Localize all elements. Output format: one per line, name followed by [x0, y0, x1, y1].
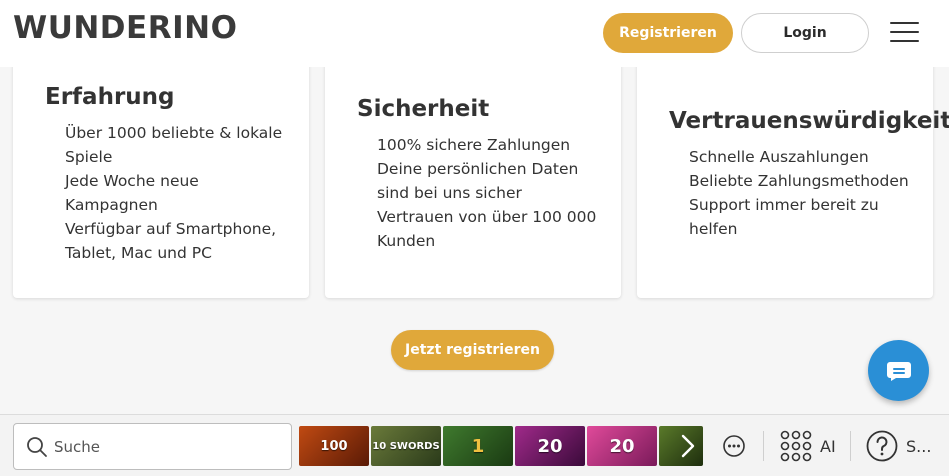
toolbar-divider	[850, 431, 851, 461]
card-list: Schnelle Auszahlungen Beliebte Zahlungsm…	[689, 145, 909, 241]
register-button[interactable]: Registrieren	[603, 13, 733, 53]
game-thumbnail-label: 20	[537, 435, 563, 457]
card-line: 100% sichere Zahlungen	[377, 136, 571, 154]
site-header: WUNDERINO Registrieren Login	[0, 0, 949, 67]
card-line: Jede Woche neue	[65, 172, 199, 190]
bottom-toolbar: 100 10 SWORDS 1 20 20 AI	[0, 414, 949, 476]
card-line: Kampagnen	[65, 196, 158, 214]
game-thumbnail-label: 1	[471, 435, 485, 457]
apps-grid-icon	[780, 430, 812, 462]
feature-card-erfahrung: Erfahrung Über 1000 beliebte & lokale Sp…	[13, 55, 309, 298]
card-line: helfen	[689, 220, 738, 238]
card-line: Kunden	[377, 232, 436, 250]
game-thumbnail[interactable]: 10 SWORDS	[371, 426, 441, 466]
game-thumbnail-label: 20	[609, 435, 635, 457]
game-thumbnail[interactable]: 20	[515, 426, 585, 466]
card-line: Spiele	[65, 148, 113, 166]
card-title: Sicherheit	[357, 96, 490, 122]
game-thumbnails: 100 10 SWORDS 1 20 20	[299, 426, 703, 466]
search-icon	[27, 437, 47, 457]
register-cta-button[interactable]: Jetzt registrieren	[391, 330, 554, 370]
search-box	[13, 423, 292, 470]
chevron-right-icon[interactable]	[677, 432, 699, 460]
game-thumbnail-label: 10 SWORDS	[372, 440, 440, 452]
card-list: 100% sichere Zahlungen Deine persönliche…	[377, 133, 596, 253]
login-button[interactable]: Login	[741, 13, 869, 53]
help-button[interactable]: S...	[866, 415, 931, 476]
search-input[interactable]	[54, 434, 284, 460]
game-thumbnail-label: 100	[320, 438, 348, 454]
game-thumbnail[interactable]: 20	[587, 426, 657, 466]
card-line: Schnelle Auszahlungen	[689, 148, 869, 166]
card-list: Über 1000 beliebte & lokale Spiele Jede …	[65, 121, 282, 265]
more-options-button[interactable]	[722, 415, 746, 476]
card-line: Deine persönlichen Daten	[377, 160, 579, 178]
more-dots-icon	[723, 435, 745, 457]
card-line: Vertrauen von über 100 000	[377, 208, 597, 226]
card-line: Verfügbar auf Smartphone,	[65, 220, 277, 238]
help-icon	[866, 430, 898, 462]
feature-card-vertrauen: Vertrauenswürdigkeit Schnelle Auszahlung…	[637, 55, 949, 298]
card-line: Support immer bereit zu	[689, 196, 879, 214]
ai-label: AI	[820, 436, 836, 456]
card-line: Tablet, Mac und PC	[65, 244, 212, 262]
logo[interactable]: WUNDERINO	[13, 10, 237, 46]
hamburger-menu-icon[interactable]	[890, 22, 920, 44]
card-line: Über 1000 beliebte & lokale	[65, 124, 283, 142]
card-title: Erfahrung	[45, 84, 175, 110]
chat-icon	[886, 361, 911, 381]
help-label: S...	[906, 436, 932, 456]
card-line: Beliebte Zahlungsmethoden	[689, 172, 909, 190]
card-line: sind bei uns sicher	[377, 184, 522, 202]
chat-button[interactable]	[868, 340, 929, 401]
toolbar-divider	[763, 431, 764, 461]
game-thumbnail[interactable]: 100	[299, 426, 369, 466]
game-thumbnail[interactable]: 1	[443, 426, 513, 466]
ai-button[interactable]: AI	[780, 415, 836, 476]
feature-card-sicherheit: Sicherheit 100% sichere Zahlungen Deine …	[325, 55, 621, 298]
card-title: Vertrauenswürdigkeit	[669, 108, 949, 134]
